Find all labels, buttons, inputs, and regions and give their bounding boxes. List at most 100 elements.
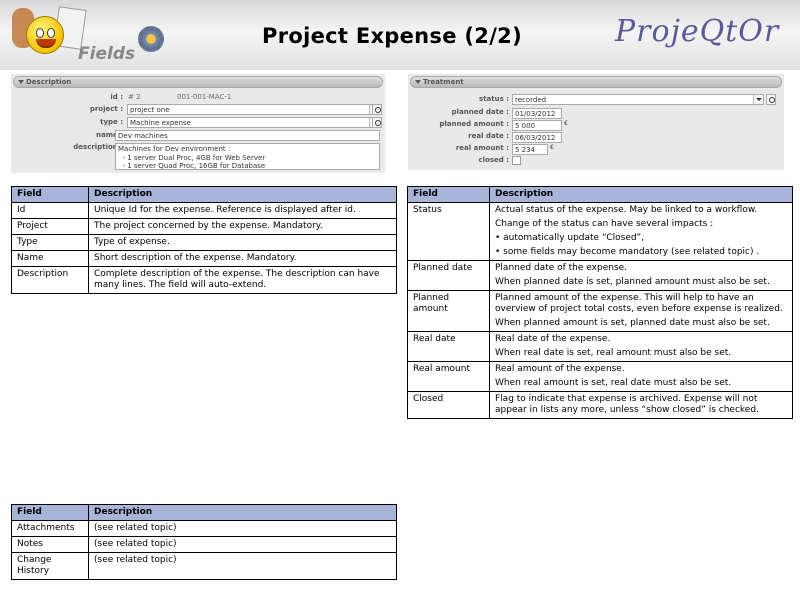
field-cell: Name (11, 250, 89, 267)
project-label: project : (89, 105, 123, 113)
field-cell: Type (11, 234, 89, 251)
description-cell: Real date of the expense. When real date … (489, 331, 793, 362)
description-cell: Complete description of the expense. The… (88, 266, 397, 294)
field-cell: Closed (407, 391, 490, 419)
description-cell: Flag to indicate that expense is archive… (489, 391, 793, 419)
field-cell: Change History (11, 552, 89, 580)
description-line: • some fields may become mandatory (see … (495, 247, 760, 257)
description-line: Change of the status can have several im… (495, 219, 714, 229)
description-line: Planned date of the expense. (495, 263, 628, 273)
status-search-button[interactable] (766, 94, 776, 105)
status-select[interactable]: recorded (512, 94, 764, 105)
description-textarea[interactable]: Machines for Dev environment : - 1 serve… (115, 143, 380, 170)
name-input[interactable]: Dev machines (115, 130, 380, 141)
table-row: Type Type of expense. (11, 234, 397, 251)
smiley-icon (26, 16, 64, 54)
description-line: Real date of the expense. (495, 334, 611, 344)
planned-amount-currency: € (564, 120, 568, 127)
table-row: Notes (see related topic) (11, 536, 397, 553)
field-header: Field (11, 504, 89, 521)
field-cell: Planned date (407, 260, 490, 291)
planned-amount-input[interactable]: 5 000 (512, 120, 562, 131)
id-label: id : (110, 93, 123, 101)
other-fields-table: Field Description Attachments (see relate… (11, 504, 397, 580)
treatment-panel: Treatment status : recorded planned date… (408, 74, 784, 170)
description-line: Real amount of the expense. (495, 364, 625, 374)
description-cell: (see related topic) (88, 552, 397, 580)
field-cell: Id (11, 202, 89, 219)
table-row: Planned date Planned date of the expense.… (407, 260, 793, 291)
id-reference: 001-001-MAC-1 (177, 93, 232, 101)
description-header: Description (489, 186, 793, 203)
description-cell: (see related topic) (88, 520, 397, 537)
chevron-down-icon[interactable] (753, 95, 763, 104)
table-row: Description Complete description of the e… (11, 266, 397, 294)
table-row: Real amount Real amount of the expense. Wh… (407, 361, 793, 392)
planned-date-label: planned date : (451, 108, 509, 116)
field-cell: Status (407, 202, 490, 261)
page-title: Project Expense (2/2) (262, 24, 522, 48)
field-cell: Real date (407, 331, 490, 362)
planned-amount-label: planned amount : (439, 120, 509, 128)
description-line: • automatically update “Closed”, (495, 233, 645, 243)
description-cell: Type of expense. (88, 234, 397, 251)
description-panel: Description id : # 2 001-001-MAC-1 proje… (11, 74, 385, 173)
field-header: Field (11, 186, 89, 203)
type-select[interactable]: Machine expense (127, 117, 380, 128)
field-cell: Project (11, 218, 89, 235)
description-cell: Unique Id for the expense. Reference is … (88, 202, 397, 219)
field-cell: Real amount (407, 361, 490, 392)
description-cell: Planned date of the expense. When planned… (489, 260, 793, 291)
description-header: Description (88, 504, 397, 521)
project-search-button[interactable] (372, 104, 382, 115)
field-cell: Description (11, 266, 89, 294)
project-select[interactable]: project one (127, 104, 380, 115)
planned-date-input[interactable]: 01/03/2012 (512, 108, 562, 119)
real-date-label: real date : (468, 132, 509, 140)
table-row: Name Short description of the expense. Ma… (11, 250, 397, 267)
description-line: (see related topic) (94, 555, 177, 565)
treatment-section-header[interactable]: Treatment (410, 76, 782, 88)
table-row: Project The project concerned by the expe… (11, 218, 397, 235)
id-value: # 2 (128, 93, 141, 101)
table-row: Real date Real date of the expense. When r… (407, 331, 793, 362)
description-line: The project concerned by the expense. Ma… (94, 221, 323, 231)
description-line: Type of expense. (94, 237, 170, 247)
description-cell: Short description of the expense. Mandat… (88, 250, 397, 267)
gear-icon (138, 26, 164, 52)
description-line: When real amount is set, real date must … (495, 378, 732, 388)
closed-label: closed : (478, 156, 509, 164)
description-line: When real date is set, real amount must … (495, 348, 732, 358)
description-line: When planned amount is set, planned date… (495, 318, 770, 328)
description-line: Short description of the expense. Mandat… (94, 253, 297, 263)
treatment-fields-table: Field Description Status Actual status of… (407, 186, 793, 419)
real-amount-label: real amount : (455, 144, 509, 152)
description-line: Actual status of the expense. May be lin… (495, 205, 758, 215)
field-cell: Planned amount (407, 290, 490, 332)
description-line: (see related topic) (94, 523, 177, 533)
brand-logo: ProjeQtOr (615, 14, 780, 49)
fields-logo: Fields (4, 2, 136, 66)
description-cell: Planned amount of the expense. This will… (489, 290, 793, 332)
real-amount-currency: € (550, 144, 554, 151)
description-section-header[interactable]: Description (13, 76, 383, 88)
status-label: status : (479, 95, 509, 103)
description-line: Complete description of the expense. The… (94, 269, 380, 290)
real-amount-input[interactable]: 5 234 (512, 144, 548, 155)
real-date-input[interactable]: 06/03/2012 (512, 132, 562, 143)
description-cell: The project concerned by the expense. Ma… (88, 218, 397, 235)
table-row: Status Actual status of the expense. May … (407, 202, 793, 261)
description-cell: Real amount of the expense. When real amo… (489, 361, 793, 392)
logo-word: Fields (78, 44, 136, 64)
table-row: Change History (see related topic) (11, 552, 397, 580)
type-label: type : (100, 118, 123, 126)
description-line: Flag to indicate that expense is archive… (495, 394, 759, 415)
closed-checkbox[interactable] (512, 156, 521, 165)
type-search-button[interactable] (372, 117, 382, 128)
field-cell: Attachments (11, 520, 89, 537)
description-cell: Actual status of the expense. May be lin… (489, 202, 793, 261)
table-row: Closed Flag to indicate that expense is a… (407, 391, 793, 419)
page-header: Fields Project Expense (2/2) ProjeQtOr (0, 0, 800, 70)
description-line: When planned date is set, planned amount… (495, 277, 770, 287)
table-row: Id Unique Id for the expense. Reference i… (11, 202, 397, 219)
